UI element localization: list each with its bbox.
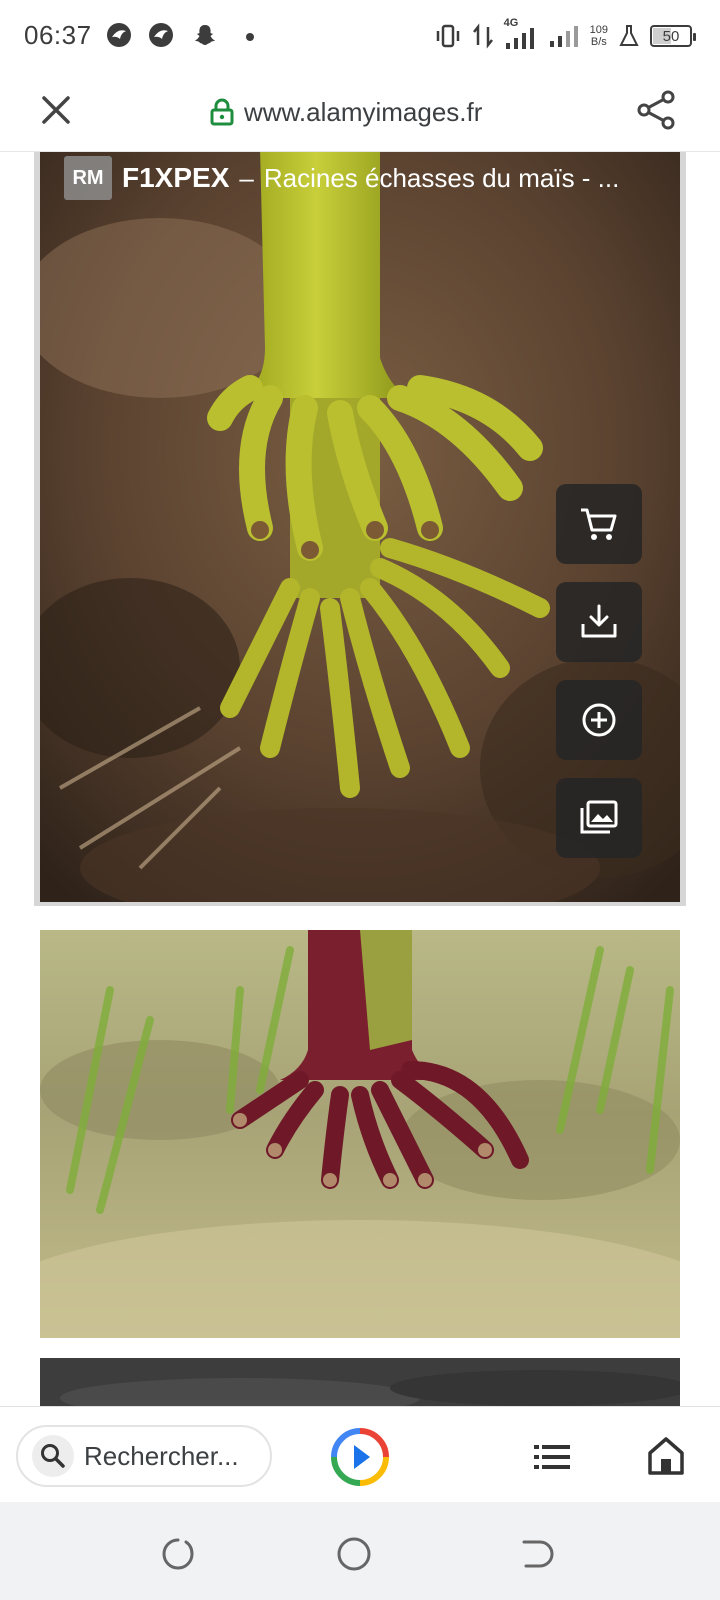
home-icon (648, 1437, 684, 1475)
corn-roots-photo-2 (40, 930, 680, 1338)
lock-icon (210, 98, 234, 126)
search-placeholder: Rechercher... (84, 1440, 239, 1471)
photo-corn-stilt-roots-green[interactable]: RM F1XPEX – Racines échasses du maïs - .… (40, 152, 680, 902)
url-display[interactable]: www.alamyimages.fr (210, 92, 482, 132)
result-card[interactable]: RM F1XPEX – Racines échasses du maïs - .… (34, 152, 686, 906)
bird-icon (107, 23, 131, 47)
search-icon-badge (32, 1435, 74, 1477)
caption-separator: – (239, 162, 254, 193)
image-id[interactable]: F1XPEX (122, 162, 229, 194)
photo-corn-stilt-roots-purple[interactable] (40, 930, 680, 1338)
close-tab-button[interactable] (36, 90, 76, 130)
signal-4g-icon: 4G (504, 17, 538, 51)
net-speed-value: 109 (589, 24, 608, 36)
share-button[interactable] (634, 88, 678, 132)
cart-icon (581, 508, 617, 540)
recent-apps-button[interactable] (158, 1534, 198, 1574)
url-text: www.alamyimages.fr (244, 96, 483, 127)
back-button[interactable] (518, 1534, 558, 1574)
snapchat-icon (195, 25, 215, 45)
status-bar: 06:37 4G 109 B/s 50 (0, 0, 720, 72)
play-button[interactable] (330, 1427, 390, 1487)
image-actions (556, 484, 642, 858)
battery-icon: 50 (650, 25, 696, 47)
share-icon (637, 90, 675, 130)
lab-flask-icon (619, 25, 639, 46)
page-content: RM F1XPEX – Racines échasses du maïs - .… (0, 152, 720, 1407)
photo-caption: RM F1XPEX – Racines échasses du maïs - .… (64, 156, 660, 200)
browser-url-bar: www.alamyimages.fr (0, 72, 720, 152)
list-icon (534, 1445, 570, 1469)
status-time: 06:37 (24, 20, 92, 50)
add-icon (582, 703, 616, 737)
home-button[interactable] (644, 1433, 688, 1477)
gallery-icon (580, 800, 618, 834)
data-arrows-icon (472, 23, 493, 49)
add-to-lightbox-button[interactable] (556, 680, 642, 760)
recent-apps-icon (162, 1538, 194, 1570)
battery-level: 50 (662, 27, 680, 45)
search-icon (41, 1444, 65, 1468)
back-icon (522, 1540, 554, 1568)
download-icon (581, 604, 617, 638)
network-speed: 109 B/s (590, 24, 608, 48)
net-speed-unit: B/s (590, 36, 607, 48)
download-button[interactable] (556, 582, 642, 662)
search-bar[interactable]: Rechercher... (16, 1425, 272, 1487)
signal-icon (549, 26, 578, 47)
bird-icon (149, 23, 173, 47)
status-indicators: 4G 109 B/s 50 (434, 17, 696, 54)
similar-images-button[interactable] (556, 778, 642, 858)
google-play-icon (331, 1428, 389, 1486)
close-icon (42, 96, 70, 124)
photo-next-result[interactable] (40, 1358, 680, 1407)
more-notifications-dot (246, 33, 254, 41)
soil-photo-3 (40, 1358, 680, 1407)
vibrate-icon (436, 24, 459, 48)
home-circle-icon (337, 1537, 371, 1571)
browser-bottom-toolbar: Rechercher... (0, 1406, 720, 1502)
license-badge: RM (64, 156, 112, 200)
system-navigation-bar (0, 1502, 720, 1600)
image-title[interactable]: Racines échasses du maïs - ... (264, 163, 619, 194)
tabs-list-button[interactable] (530, 1435, 574, 1479)
add-to-cart-button[interactable] (556, 484, 642, 564)
home-nav-button[interactable] (334, 1534, 374, 1574)
